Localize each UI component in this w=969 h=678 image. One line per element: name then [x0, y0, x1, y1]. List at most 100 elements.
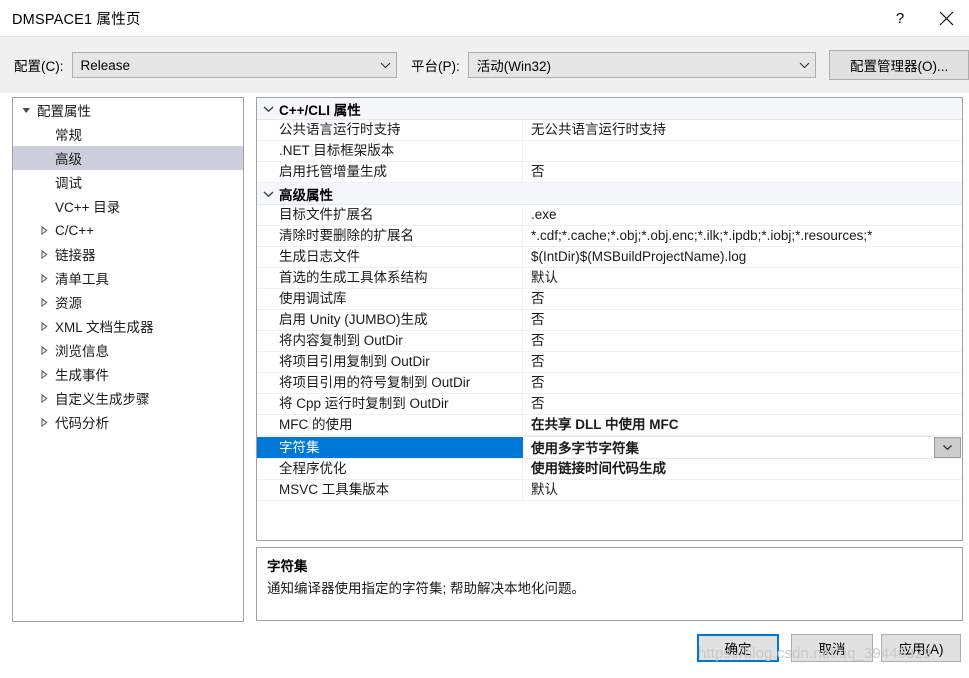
twisty-expanded-icon[interactable] [17, 106, 35, 115]
property-value[interactable]: 否 [523, 352, 962, 372]
property-value[interactable]: 默认 [523, 480, 962, 500]
tree-item[interactable]: 自定义生成步骤 [13, 386, 243, 410]
config-manager-button[interactable]: 配置管理器(O)... [829, 50, 969, 80]
property-row[interactable]: 启用托管增量生成否 [257, 162, 962, 183]
tree-item[interactable]: 代码分析 [13, 410, 243, 434]
property-value[interactable]: *.cdf;*.cache;*.obj;*.obj.enc;*.ilk;*.ip… [523, 226, 962, 246]
tree-item[interactable]: 浏览信息 [13, 338, 243, 362]
property-name: 将项目引用的符号复制到 OutDir [257, 373, 523, 393]
tree-item-label: 生成事件 [55, 368, 109, 383]
property-name: 字符集 [257, 436, 523, 458]
chevron-down-icon [374, 61, 396, 69]
help-button[interactable]: ? [877, 0, 923, 36]
tree-item[interactable]: 链接器 [13, 242, 243, 266]
twisty-collapsed-icon[interactable] [35, 321, 53, 331]
property-name: 将 Cpp 运行时复制到 OutDir [257, 394, 523, 414]
property-value[interactable]: $(IntDir)$(MSBuildProjectName).log [523, 247, 962, 267]
tree-item[interactable]: C/C++ [13, 218, 243, 242]
twisty-collapsed-icon[interactable] [35, 345, 53, 355]
twisty-collapsed-icon[interactable] [35, 297, 53, 307]
property-row[interactable]: 将内容复制到 OutDir 否 [257, 331, 962, 352]
platform-combobox[interactable]: 活动(Win32) [467, 52, 817, 78]
cancel-button[interactable]: 取消 [791, 634, 873, 662]
close-button[interactable] [923, 0, 969, 36]
property-row[interactable]: 将 Cpp 运行时复制到 OutDir 否 [257, 394, 962, 415]
property-row[interactable]: 使用调试库否 [257, 289, 962, 310]
tree-item-label: 调试 [55, 176, 82, 191]
tree-item[interactable]: XML 文档生成器 [13, 314, 243, 338]
twisty-collapsed-icon[interactable] [35, 417, 53, 427]
property-value[interactable]: 否 [523, 331, 962, 351]
tree-item[interactable]: 资源 [13, 290, 243, 314]
window-controls: ? [877, 0, 969, 36]
property-category-label: 高级属性 [279, 187, 333, 203]
twisty-collapsed-icon[interactable] [35, 369, 53, 379]
property-name: 目标文件扩展名 [257, 205, 523, 225]
tree-item-label: C/C++ [55, 222, 95, 238]
property-name: 启用 Unity (JUMBO)生成 [257, 310, 523, 330]
property-category-row[interactable]: 高级属性 [257, 183, 962, 205]
property-value[interactable]: .exe [523, 205, 962, 225]
property-row[interactable]: 目标文件扩展名 .exe [257, 205, 962, 226]
tree-item[interactable]: 生成事件 [13, 362, 243, 386]
configuration-tree[interactable]: 配置属性常规高级调试 VC++ 目录 C/C++ 链接器 清单工具资源 XML 文档生成器… [12, 97, 244, 622]
property-name: 公共语言运行时支持 [257, 120, 523, 140]
property-row[interactable]: 将项目引用的符号复制到 OutDir 否 [257, 373, 962, 394]
property-value[interactable]: 无公共语言运行时支持 [523, 120, 962, 140]
tree-item-label: 资源 [55, 296, 82, 311]
property-row[interactable]: 首选的生成工具体系结构 默认 [257, 268, 962, 289]
property-row[interactable]: 启用 Unity (JUMBO)生成否 [257, 310, 962, 331]
tree-item[interactable]: 调试 [13, 170, 243, 194]
property-value[interactable]: 否 [523, 162, 962, 182]
property-value[interactable] [523, 141, 962, 161]
property-value[interactable]: 使用链接时间代码生成 [523, 459, 962, 479]
chevron-down-icon[interactable] [257, 105, 279, 113]
property-row[interactable]: 公共语言运行时支持 无公共语言运行时支持 [257, 120, 962, 141]
chevron-down-icon[interactable] [257, 190, 279, 198]
twisty-collapsed-icon[interactable] [35, 393, 53, 403]
property-row[interactable]: .NET 目标框架版本 [257, 141, 962, 162]
property-value[interactable]: 默认 [523, 268, 962, 288]
twisty-collapsed-icon[interactable] [35, 225, 53, 235]
property-grid[interactable]: C++/CLI 属性 公共语言运行时支持 无公共语言运行时支持 .NET 目标框架版本… [256, 97, 963, 541]
property-name: MSVC 工具集版本 [257, 480, 523, 500]
tree-item[interactable]: 高级 [13, 146, 243, 170]
property-value[interactable]: 否 [523, 289, 962, 309]
tree-item[interactable]: 配置属性 [13, 98, 243, 122]
property-row[interactable]: MSVC 工具集版本 默认 [257, 480, 962, 501]
close-icon [939, 11, 953, 25]
property-row[interactable]: 生成日志文件 $(IntDir)$(MSBuildProjectName).log [257, 247, 962, 268]
tree-item-label: 代码分析 [55, 416, 109, 431]
tree-item[interactable]: VC++ 目录 [13, 194, 243, 218]
property-name: MFC 的使用 [257, 415, 523, 435]
property-row[interactable]: 全程序优化 使用链接时间代码生成 [257, 459, 962, 480]
ok-button[interactable]: 确定 [697, 634, 779, 662]
title-bar: DMSPACE1 属性页 ? [0, 0, 969, 36]
tree-item-label: 常规 [55, 128, 82, 143]
property-value[interactable]: 否 [523, 373, 962, 393]
configuration-combobox[interactable]: Release [71, 52, 397, 78]
property-name: 启用托管增量生成 [257, 162, 523, 182]
twisty-collapsed-icon[interactable] [35, 273, 53, 283]
configuration-value: Release [80, 57, 131, 73]
tree-item[interactable]: 清单工具 [13, 266, 243, 290]
property-value[interactable]: 否 [523, 310, 962, 330]
property-row[interactable]: MFC 的使用 在共享 DLL 中使用 MFC [257, 415, 962, 436]
property-row[interactable]: 字符集 使用多字节字符集 [257, 435, 962, 459]
tree-item-label: XML 文档生成器 [55, 320, 154, 335]
description-panel: 字符集 通知编译器使用指定的字符集; 帮助解决本地化问题。 [256, 547, 963, 621]
property-value[interactable]: 在共享 DLL 中使用 MFC [523, 415, 962, 435]
property-name: 将项目引用复制到 OutDir [257, 352, 523, 372]
property-value[interactable]: 使用多字节字符集 [523, 435, 934, 459]
twisty-collapsed-icon[interactable] [35, 249, 53, 259]
value-dropdown-button[interactable] [934, 436, 961, 458]
property-row[interactable]: 清除时要删除的扩展名 *.cdf;*.cache;*.obj;*.obj.enc;… [257, 226, 962, 247]
property-name: .NET 目标框架版本 [257, 141, 523, 161]
tree-item-label: 配置属性 [37, 104, 91, 119]
property-row[interactable]: 将项目引用复制到 OutDir 否 [257, 352, 962, 373]
property-category-row[interactable]: C++/CLI 属性 [257, 98, 962, 120]
apply-button[interactable]: 应用(A) [881, 634, 961, 662]
property-value[interactable]: 否 [523, 394, 962, 414]
tree-item-label: 高级 [55, 152, 82, 167]
tree-item[interactable]: 常规 [13, 122, 243, 146]
